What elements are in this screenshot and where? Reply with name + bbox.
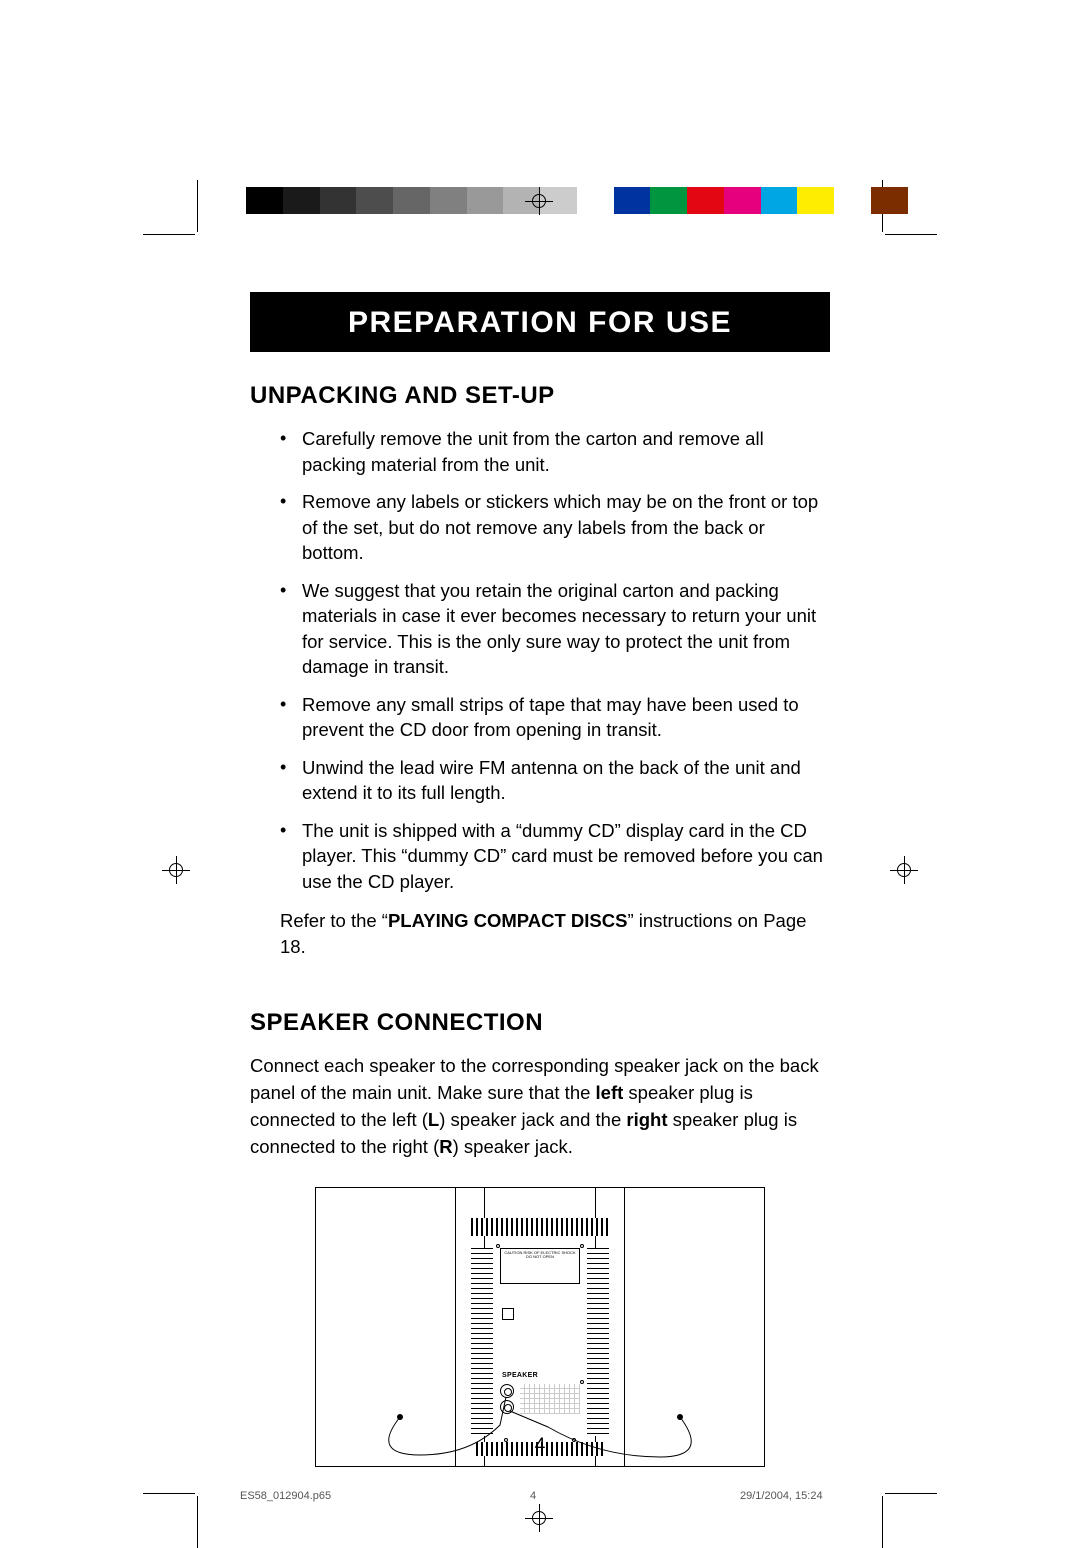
footer-timestamp: 29/1/2004, 15:24 xyxy=(740,1490,823,1502)
footer-filename: ES58_012904.p65 xyxy=(240,1490,331,1502)
text-bold: R xyxy=(439,1136,452,1157)
text-bold: PLAYING COMPACT DISCS xyxy=(388,910,628,931)
footer-sheet-page: 4 xyxy=(530,1490,536,1502)
text: Refer to the “ xyxy=(280,910,388,931)
screw xyxy=(580,1380,584,1384)
refer-line: Refer to the “PLAYING COMPACT DISCS” ins… xyxy=(280,908,830,959)
list-item: Unwind the lead wire FM antenna on the b… xyxy=(280,755,830,806)
side-vent xyxy=(471,1248,493,1436)
crop-mark xyxy=(885,234,937,235)
heading-unpacking: UNPACKING AND SET-UP xyxy=(250,382,830,410)
list-item: Remove any small strips of tape that may… xyxy=(280,692,830,743)
page-content: PREPARATION FOR USE UNPACKING AND SET-UP… xyxy=(250,292,830,1477)
text-bold: L xyxy=(428,1109,439,1130)
speaker-paragraph: Connect each speaker to the correspondin… xyxy=(250,1053,830,1160)
unpacking-list: Carefully remove the unit from the carto… xyxy=(280,426,830,894)
section-title-bar: PREPARATION FOR USE xyxy=(250,292,830,352)
text-bold: right xyxy=(626,1109,667,1130)
top-vent xyxy=(471,1218,609,1236)
speaker-jacks-label: SPEAKER xyxy=(502,1372,538,1379)
crop-mark xyxy=(882,1496,883,1548)
list-item: The unit is shipped with a “dummy CD” di… xyxy=(280,818,830,895)
caution-label: CAUTION RISK OF ELECTRIC SHOCK DO NOT OP… xyxy=(500,1248,580,1284)
speaker-connection-diagram: CAUTION RISK OF ELECTRIC SHOCK DO NOT OP… xyxy=(260,1187,820,1477)
crop-mark xyxy=(885,1493,937,1494)
speaker-jack-right xyxy=(500,1400,514,1414)
registration-mark-icon xyxy=(890,856,918,884)
screw xyxy=(580,1244,584,1248)
crop-mark xyxy=(197,1496,198,1548)
list-item: Carefully remove the unit from the carto… xyxy=(280,426,830,477)
crop-mark xyxy=(197,180,198,232)
registration-mark-icon xyxy=(525,187,553,215)
screw xyxy=(496,1244,500,1248)
speaker-jack-left xyxy=(500,1384,514,1398)
text-bold: left xyxy=(596,1082,624,1103)
main-unit-rear: CAUTION RISK OF ELECTRIC SHOCK DO NOT OP… xyxy=(455,1187,625,1467)
crop-mark xyxy=(143,1493,195,1494)
antenna-terminal xyxy=(502,1308,514,1320)
list-item: Remove any labels or stickers which may … xyxy=(280,489,830,566)
side-vent xyxy=(587,1248,609,1436)
rear-plate xyxy=(520,1384,580,1414)
page-number: 4 xyxy=(0,1435,1080,1457)
list-item: We suggest that you retain the original … xyxy=(280,578,830,680)
section-title: PREPARATION FOR USE xyxy=(348,306,732,339)
heading-speaker: SPEAKER CONNECTION xyxy=(250,1009,830,1037)
registration-mark-icon xyxy=(162,856,190,884)
crop-mark xyxy=(143,234,195,235)
text: ) speaker jack. xyxy=(453,1136,573,1157)
text: ) speaker jack and the xyxy=(439,1109,626,1130)
